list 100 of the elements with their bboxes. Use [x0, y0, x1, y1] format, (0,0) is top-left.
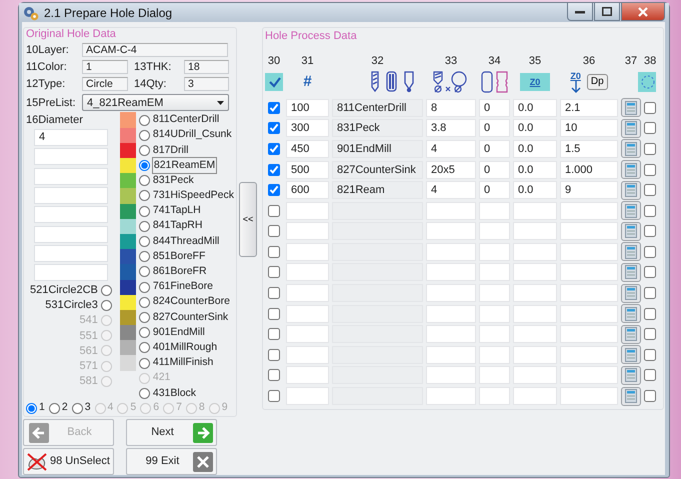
table-cell[interactable] [479, 222, 510, 240]
radio-button[interactable] [138, 144, 150, 156]
checkbox[interactable] [644, 122, 656, 134]
radio-label[interactable]: 817Drill [152, 142, 188, 158]
diameter-field[interactable] [34, 245, 108, 262]
checkbox[interactable] [268, 164, 280, 176]
diameter-field[interactable] [34, 186, 108, 204]
radio-button[interactable] [138, 342, 150, 354]
radio-label[interactable]: 401MillRough [152, 340, 218, 356]
table-cell[interactable]: 821Ream [332, 181, 423, 200]
calculator-button[interactable] [621, 242, 641, 262]
calculator-button[interactable] [621, 160, 641, 180]
checkbox[interactable] [268, 246, 280, 258]
table-cell[interactable] [513, 263, 557, 282]
table-cell[interactable] [513, 366, 557, 384]
radio-label[interactable]: 741TapLH [152, 203, 201, 220]
checkbox[interactable] [644, 225, 656, 238]
calculator-button[interactable] [621, 262, 641, 282]
maximize-button[interactable] [594, 3, 620, 21]
table-cell[interactable] [560, 222, 618, 240]
radio-button[interactable] [138, 251, 150, 262]
diameter-field[interactable]: 4 [34, 128, 108, 146]
checkbox[interactable] [268, 328, 280, 340]
radio-button[interactable] [138, 266, 150, 278]
table-cell[interactable]: 0.0 [513, 181, 557, 200]
table-cell[interactable]: 500 [286, 160, 329, 179]
radio-button[interactable] [138, 160, 150, 172]
checkbox[interactable] [268, 266, 280, 278]
radio-label[interactable]: 811CenterDrill [152, 112, 220, 128]
table-cell[interactable]: 831Peck [332, 119, 423, 138]
table-cell[interactable] [426, 366, 476, 384]
checkbox[interactable] [644, 266, 656, 278]
table-cell[interactable] [426, 242, 476, 261]
table-cell[interactable]: 0 [479, 140, 510, 158]
table-cell[interactable] [426, 202, 476, 220]
calculator-button[interactable] [621, 201, 641, 220]
checkbox[interactable] [644, 308, 656, 320]
table-cell[interactable]: 100 [286, 98, 329, 117]
table-cell[interactable] [479, 366, 510, 384]
radio-label[interactable]: 827CounterSink [152, 310, 228, 326]
checkbox[interactable] [268, 102, 280, 114]
page-label[interactable]: 2 [62, 400, 68, 416]
radio-label[interactable]: 831Peck [152, 172, 194, 189]
table-cell[interactable] [286, 222, 329, 240]
radio-label[interactable]: 531Circle3 [45, 297, 98, 314]
close-button[interactable] [621, 3, 665, 21]
table-cell[interactable] [286, 387, 329, 406]
radio-label[interactable]: 824CounterBore [152, 294, 230, 310]
checkbox[interactable] [644, 164, 656, 176]
radio-label[interactable]: 431Block [152, 386, 196, 402]
dropdown[interactable]: 4_821ReamEM [82, 94, 229, 112]
radio-button[interactable] [138, 114, 150, 126]
page-radio[interactable] [72, 402, 83, 414]
table-cell[interactable] [513, 346, 557, 364]
table-cell[interactable]: 0 [479, 160, 510, 179]
table-cell[interactable] [426, 284, 476, 302]
checkbox[interactable] [644, 246, 656, 258]
table-cell[interactable]: 4 [426, 181, 476, 200]
checkbox[interactable] [644, 328, 656, 340]
radio-button[interactable] [100, 300, 112, 311]
page-radio[interactable] [26, 402, 37, 414]
table-cell[interactable] [560, 387, 618, 406]
table-cell[interactable] [560, 325, 618, 344]
table-cell[interactable] [286, 366, 329, 384]
text-field[interactable]: ACAM-C-4 [82, 42, 228, 57]
table-cell[interactable] [513, 325, 557, 344]
table-cell[interactable] [426, 387, 476, 406]
diameter-field[interactable] [34, 226, 108, 243]
table-cell[interactable]: 4 [426, 140, 476, 158]
radio-label[interactable]: 761FineBore [152, 279, 213, 295]
next-button[interactable]: Next [126, 419, 217, 446]
checkbox[interactable] [268, 225, 280, 238]
table-cell[interactable] [286, 263, 329, 282]
table-cell[interactable] [426, 304, 476, 323]
table-cell[interactable]: 0 [479, 98, 510, 117]
table-cell[interactable] [479, 304, 510, 323]
checkbox[interactable] [268, 348, 280, 361]
depth-button[interactable]: Dp [586, 74, 608, 90]
table-cell[interactable] [513, 304, 557, 323]
table-cell[interactable]: 10 [560, 119, 618, 138]
table-cell[interactable]: 1.5 [560, 140, 618, 158]
table-cell[interactable] [426, 263, 476, 282]
radio-button[interactable] [138, 312, 150, 323]
checkbox[interactable] [644, 204, 656, 217]
table-cell[interactable]: 827CounterSink [332, 160, 423, 179]
radio-button[interactable] [138, 358, 150, 369]
table-cell[interactable]: 450 [286, 140, 329, 158]
diameter-field[interactable] [34, 206, 108, 224]
table-cell[interactable] [286, 202, 329, 220]
table-cell[interactable] [479, 346, 510, 364]
table-cell[interactable] [560, 242, 618, 261]
radio-button[interactable] [138, 388, 150, 399]
radio-label[interactable]: 844ThreadMill [152, 234, 220, 250]
table-cell[interactable]: 8 [426, 98, 476, 117]
checkbox[interactable] [268, 184, 280, 196]
radio-label[interactable]: 521Circle2CB [30, 282, 98, 298]
table-cell[interactable]: 3.8 [426, 119, 476, 138]
exit-button[interactable]: 99 Exit [126, 448, 217, 475]
checkbox[interactable] [644, 390, 656, 402]
checkbox[interactable] [644, 369, 656, 382]
